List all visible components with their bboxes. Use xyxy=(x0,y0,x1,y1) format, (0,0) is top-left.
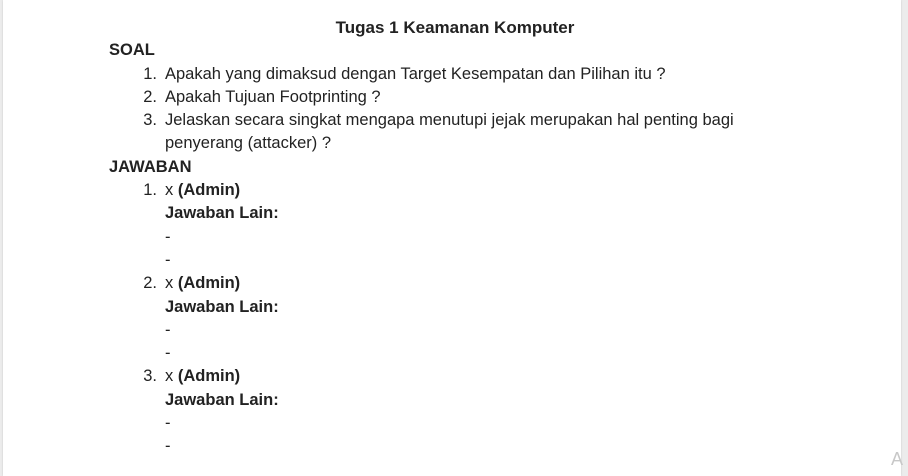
answer-number: 2. xyxy=(143,274,157,293)
answer-list: 1. x (Admin) Jawaban Lain: - - 2. x (Adm… xyxy=(109,179,809,459)
question-number: 3. xyxy=(143,111,157,130)
answer-item: 1. x (Admin) Jawaban Lain: - - xyxy=(109,179,809,272)
document-title: Tugas 1 Keamanan Komputer xyxy=(335,18,575,37)
question-text: Apakah Tujuan Footprinting ? xyxy=(165,87,381,106)
alt-answer: - xyxy=(165,320,171,339)
question-number: 2. xyxy=(143,87,157,106)
question-text: Apakah yang dimaksud dengan Target Kesem… xyxy=(165,64,666,83)
question-list: 1. Apakah yang dimaksud dengan Target Ke… xyxy=(109,63,809,156)
document-body: Tugas 1 Keamanan Komputer SOAL 1. Apakah… xyxy=(109,16,809,459)
alt-answer-label: Jawaban Lain: xyxy=(165,204,279,223)
answer-author: (Admin) xyxy=(177,181,241,200)
answer-author: (Admin) xyxy=(177,367,241,386)
alt-answer: - xyxy=(165,414,171,433)
jawaban-heading: JAWABAN xyxy=(109,157,192,176)
answer-author: (Admin) xyxy=(177,274,241,293)
question-text: Jelaskan secara singkat mengapa menutupi… xyxy=(165,111,734,153)
answer-item: 2. x (Admin) Jawaban Lain: - - xyxy=(109,272,809,365)
alt-answer: - xyxy=(165,437,171,456)
soal-heading: SOAL xyxy=(109,41,155,60)
question-item: 3. Jelaskan secara singkat mengapa menut… xyxy=(109,109,809,156)
answer-number: 1. xyxy=(143,181,157,200)
document-page: Tugas 1 Keamanan Komputer SOAL 1. Apakah… xyxy=(3,0,903,476)
watermark-text: A xyxy=(890,449,903,469)
answer-text: x xyxy=(165,274,174,293)
alt-answer: - xyxy=(165,227,171,246)
alt-answer: - xyxy=(165,250,171,269)
alt-answer: - xyxy=(165,344,171,363)
answer-text: x xyxy=(165,367,174,386)
question-item: 1. Apakah yang dimaksud dengan Target Ke… xyxy=(109,63,809,86)
question-item: 2. Apakah Tujuan Footprinting ? xyxy=(109,86,809,109)
alt-answer-label: Jawaban Lain: xyxy=(165,390,279,409)
question-number: 1. xyxy=(143,64,157,83)
answer-number: 3. xyxy=(143,367,157,386)
alt-answer-label: Jawaban Lain: xyxy=(165,297,279,316)
answer-item: 3. x (Admin) Jawaban Lain: - - xyxy=(109,365,809,458)
answer-text: x xyxy=(165,181,174,200)
